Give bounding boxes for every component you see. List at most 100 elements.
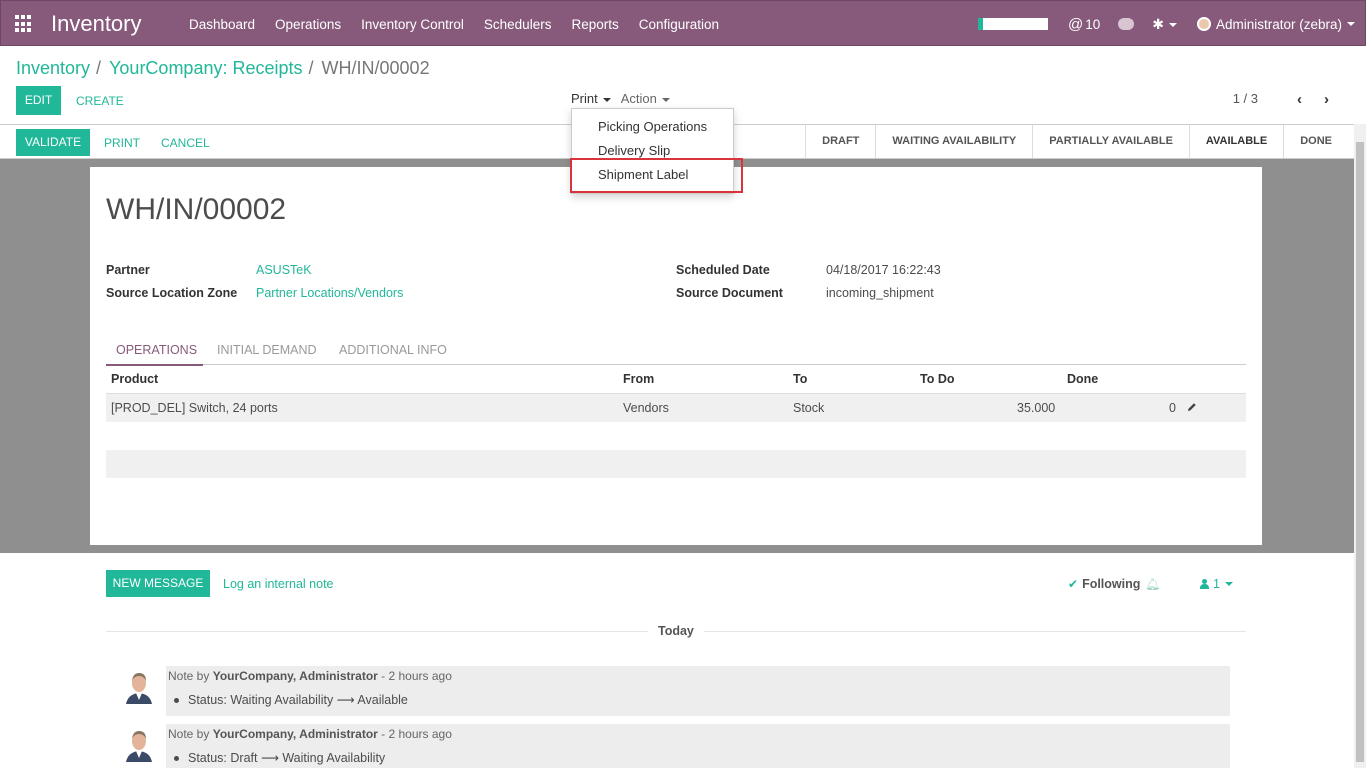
table-header: Product From To To Do Done <box>106 372 1246 392</box>
action-menu-toggle[interactable]: Action <box>621 91 670 106</box>
chevron-down-icon <box>661 97 670 102</box>
menu-schedulers[interactable]: Schedulers <box>484 17 552 32</box>
column-from[interactable]: From <box>623 372 654 386</box>
user-name: Administrator (zebra) <box>1215 16 1342 32</box>
stage-available[interactable]: AVAILABLE <box>1188 125 1283 158</box>
chevron-down-icon <box>1347 22 1355 26</box>
menu-item-picking-operations[interactable]: Picking Operations <box>572 115 733 139</box>
apps-grid-icon[interactable] <box>15 15 33 33</box>
menu-item-shipment-label[interactable]: Shipment Label <box>572 163 733 187</box>
message-body: Note by YourCompany, Administrator - 2 h… <box>166 724 1230 768</box>
menu-reports[interactable]: Reports <box>571 17 618 32</box>
following-label: Following <box>1082 577 1141 591</box>
message-author[interactable]: YourCompany, Administrator <box>213 669 378 683</box>
main-menu: Dashboard Operations Inventory Control S… <box>189 1 739 47</box>
message-status: Status: Draft ⟶ Waiting Availability <box>173 751 386 765</box>
following-button[interactable]: ✔ Following <box>1068 577 1140 591</box>
log-note-link[interactable]: Log an internal note <box>223 577 334 591</box>
column-product[interactable]: Product <box>111 372 158 386</box>
chevron-down-icon <box>1168 22 1177 27</box>
cell-from: Vendors <box>623 401 669 415</box>
print-menu-label: Print <box>571 91 598 106</box>
chatter-message: Note by YourCompany, Administrator - 2 h… <box>120 666 1230 716</box>
tab-initial-demand[interactable]: INITIAL DEMAND <box>217 343 317 357</box>
new-message-button[interactable]: NEW MESSAGE <box>106 570 210 597</box>
source-document-value: incoming_shipment <box>826 286 934 300</box>
source-document-label: Source Document <box>676 286 783 300</box>
cell-to: Stock <box>793 401 825 415</box>
followers-count: 1 <box>1213 577 1220 591</box>
scheduled-date-value: 04/18/2017 16:22:43 <box>826 263 941 277</box>
pencil-icon[interactable] <box>1187 402 1197 412</box>
partner-label: Partner <box>106 263 150 277</box>
validate-button[interactable]: VALIDATE <box>16 129 90 156</box>
column-to[interactable]: To <box>793 372 807 386</box>
bell-icon[interactable]: 🔔︎ <box>1145 577 1160 591</box>
pager-previous-icon[interactable]: ‹ <box>1297 91 1302 108</box>
active-tab-indicator <box>106 364 203 366</box>
menu-inventory-control[interactable]: Inventory Control <box>361 17 464 32</box>
scheduled-date-label: Scheduled Date <box>676 263 770 277</box>
navbar-right: @ 10 ✱ Administrator (zebra) <box>977 1 1355 47</box>
scrollbar-thumb[interactable] <box>1356 142 1364 762</box>
app-brand[interactable]: Inventory <box>51 11 142 37</box>
message-prefix: Note by <box>168 727 210 741</box>
bug-icon[interactable]: ✱ <box>1152 16 1177 33</box>
cell-done: 0 <box>1169 401 1176 415</box>
mentions-count: 10 <box>1085 16 1101 32</box>
print-button[interactable]: PRINT <box>104 136 140 150</box>
chatter-message: Note by YourCompany, Administrator - 2 h… <box>120 724 1230 768</box>
stage-done[interactable]: DONE <box>1283 125 1348 158</box>
menu-item-delivery-slip[interactable]: Delivery Slip <box>572 139 733 163</box>
person-icon <box>1200 579 1209 589</box>
partner-link[interactable]: ASUSTeK <box>256 263 312 277</box>
message-prefix: Note by <box>168 669 210 683</box>
stage-partially-available[interactable]: PARTIALLY AVAILABLE <box>1032 125 1189 158</box>
stage-draft[interactable]: DRAFT <box>805 125 875 158</box>
message-body: Note by YourCompany, Administrator - 2 h… <box>166 666 1230 716</box>
message-status: Status: Waiting Availability ⟶ Available <box>174 693 408 707</box>
breadcrumb-inventory[interactable]: Inventory <box>16 58 90 79</box>
chevron-down-icon <box>602 97 611 102</box>
top-navbar: Inventory Dashboard Operations Inventory… <box>0 0 1366 46</box>
mentions-counter[interactable]: @ 10 <box>1068 16 1100 33</box>
table-row[interactable]: [PROD_DEL] Switch, 24 ports Vendors Stoc… <box>106 393 1246 422</box>
pager-value: 1 / 3 <box>1232 91 1258 106</box>
stage-waiting-availability[interactable]: WAITING AVAILABILITY <box>875 125 1032 158</box>
vertical-scrollbar[interactable] <box>1354 124 1366 768</box>
notebook-tabs: OPERATIONS INITIAL DEMAND ADDITIONAL INF… <box>106 337 1246 366</box>
check-icon: ✔ <box>1068 577 1079 591</box>
message-header: Note by YourCompany, Administrator - 2 h… <box>168 669 452 683</box>
source-zone-link[interactable]: Partner Locations/Vendors <box>256 286 403 300</box>
print-dropdown-menu: Picking Operations Delivery Slip Shipmen… <box>571 108 734 194</box>
user-avatar <box>1196 17 1211 31</box>
author-avatar[interactable] <box>120 670 158 704</box>
create-button[interactable]: CREATE <box>76 94 124 108</box>
progress-fill <box>977 18 983 30</box>
message-author[interactable]: YourCompany, Administrator <box>213 727 378 741</box>
message-time: - 2 hours ago <box>381 727 452 741</box>
tab-additional-info[interactable]: ADDITIONAL INFO <box>339 343 447 357</box>
user-menu[interactable]: Administrator (zebra) <box>1196 16 1355 32</box>
column-done[interactable]: Done <box>1067 372 1098 386</box>
column-todo[interactable]: To Do <box>920 372 954 386</box>
menu-configuration[interactable]: Configuration <box>639 17 719 32</box>
cell-product: [PROD_DEL] Switch, 24 ports <box>111 401 278 415</box>
breadcrumb-receipts[interactable]: YourCompany: Receipts <box>109 58 302 79</box>
print-menu-toggle[interactable]: Print <box>571 91 611 106</box>
breadcrumb-separator: / <box>308 58 314 78</box>
edit-button[interactable]: EDIT <box>16 86 61 115</box>
author-avatar[interactable] <box>120 728 158 762</box>
cancel-button[interactable]: CANCEL <box>161 136 210 150</box>
pager-next-icon[interactable]: › <box>1324 91 1329 108</box>
planner-progress-bar[interactable] <box>977 18 1048 30</box>
source-zone-label: Source Location Zone <box>106 286 238 300</box>
menu-dashboard[interactable]: Dashboard <box>189 17 255 32</box>
form-sheet: WH/IN/00002 Partner ASUSTeK Source Locat… <box>90 167 1262 545</box>
menu-operations[interactable]: Operations <box>275 17 341 32</box>
followers-button[interactable]: 1 <box>1200 577 1233 591</box>
tab-operations[interactable]: OPERATIONS <box>116 343 197 357</box>
breadcrumb: Inventory / YourCompany: Receipts / WH/I… <box>16 58 430 79</box>
action-menu-label: Action <box>620 91 657 106</box>
chat-icon[interactable] <box>1118 18 1135 30</box>
